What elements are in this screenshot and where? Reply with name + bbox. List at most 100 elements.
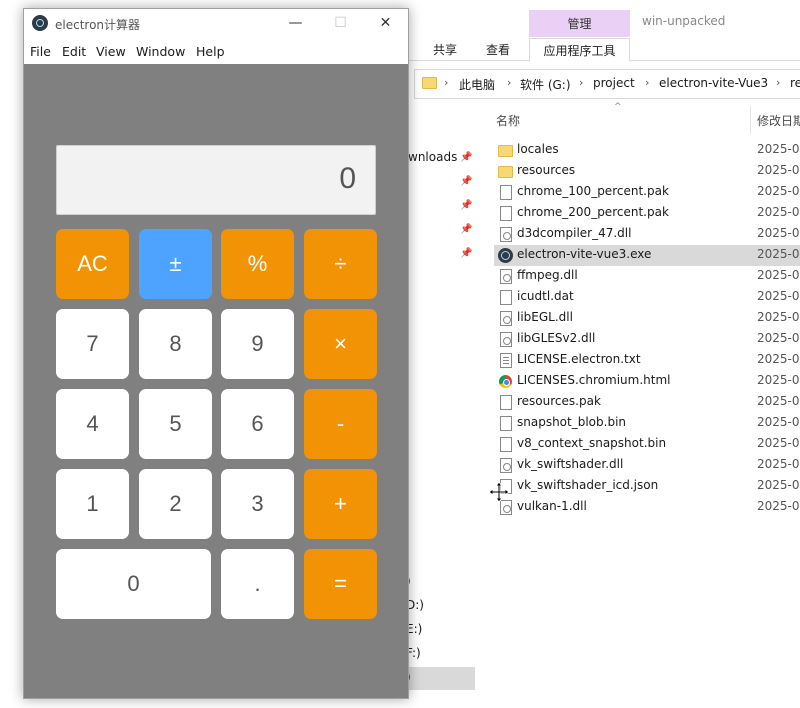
divide-button[interactable]: ÷: [304, 229, 377, 299]
text-file-icon: [500, 353, 512, 368]
maximize-button[interactable]: ☐: [318, 9, 363, 38]
file-row[interactable]: LICENSE.electron.txt 2025-08: [494, 350, 800, 371]
file-row[interactable]: resources 2025-08: [494, 161, 800, 182]
close-button[interactable]: ✕: [363, 9, 408, 38]
address-bar[interactable]: › 此电脑 › 软件 (G:) › project › electron-vit…: [414, 69, 800, 99]
nav-item-selected[interactable]: [400, 667, 475, 690]
electron-app-icon: [32, 15, 48, 31]
file-row[interactable]: libGLESv2.dll 2025-08: [494, 329, 800, 350]
breadcrumb-project[interactable]: project: [593, 76, 635, 90]
chrome-icon: [499, 375, 512, 388]
file-date: 2025-08: [757, 373, 800, 387]
pin-icon: 📌: [460, 176, 473, 187]
menu-window[interactable]: Window: [136, 44, 185, 59]
title-bar[interactable]: electron计算器 — ☐ ✕: [24, 9, 408, 38]
file-date: 2025-08: [757, 205, 800, 219]
file-name: resources: [517, 163, 576, 177]
dll-file-icon: [500, 332, 512, 347]
file-row[interactable]: chrome_100_percent.pak 2025-08: [494, 182, 800, 203]
file-row[interactable]: vulkan-1.dll 2025-08: [494, 497, 800, 518]
file-row[interactable]: vk_swiftshader_icd.json 2025-08: [494, 476, 800, 497]
equals-button[interactable]: =: [304, 549, 377, 619]
chevron-right-icon[interactable]: ›: [507, 76, 511, 89]
file-row[interactable]: resources.pak 2025-08: [494, 392, 800, 413]
file-date: 2025-08: [757, 436, 800, 450]
tab-share[interactable]: 共享: [433, 41, 457, 58]
menu-view[interactable]: View: [96, 44, 126, 59]
chevron-right-icon[interactable]: ›: [444, 76, 448, 89]
plus-button[interactable]: +: [304, 469, 377, 539]
file-name: icudtl.dat: [517, 289, 574, 303]
file-row[interactable]: chrome_200_percent.pak 2025-08: [494, 203, 800, 224]
file-date: 2025-08: [757, 247, 800, 261]
menu-help[interactable]: Help: [196, 44, 225, 59]
breadcrumb-this-pc[interactable]: 此电脑: [459, 76, 495, 93]
digit-8-button[interactable]: 8: [139, 309, 212, 379]
file-date: 2025-08: [757, 457, 800, 471]
file-date: 2025-08: [757, 289, 800, 303]
file-icon: [500, 290, 512, 305]
sign-toggle-button[interactable]: ±: [139, 229, 212, 299]
chevron-right-icon[interactable]: ›: [579, 76, 583, 89]
digit-5-button[interactable]: 5: [139, 389, 212, 459]
file-name: libGLESv2.dll: [517, 331, 596, 345]
digit-6-button[interactable]: 6: [221, 389, 294, 459]
digit-4-button[interactable]: 4: [56, 389, 129, 459]
minus-button[interactable]: -: [304, 389, 377, 459]
display-value: 0: [339, 162, 356, 195]
file-list: ^ 名称 修改日期 locales 2025-08 resources 2025-08…: [484, 102, 800, 708]
minimize-button[interactable]: —: [273, 9, 318, 38]
digit-0-button[interactable]: 0: [56, 549, 211, 619]
file-name: v8_context_snapshot.bin: [517, 436, 667, 450]
file-row[interactable]: d3dcompiler_47.dll 2025-08: [494, 224, 800, 245]
column-header-name[interactable]: 名称: [496, 112, 520, 129]
nav-item-downloads[interactable]: wnloads: [408, 150, 457, 164]
breadcrumb-release[interactable]: re: [790, 76, 800, 90]
file-date: 2025-08: [757, 163, 800, 177]
percent-button[interactable]: %: [221, 229, 294, 299]
tab-view[interactable]: 查看: [486, 41, 510, 58]
file-row[interactable]: LICENSES.chromium.html 2025-08: [494, 371, 800, 392]
breadcrumb-drive-g[interactable]: 软件 (G:): [520, 76, 571, 93]
column-header-date[interactable]: 修改日期: [757, 112, 800, 129]
file-name: libEGL.dll: [517, 310, 573, 324]
file-row[interactable]: libEGL.dll 2025-08: [494, 308, 800, 329]
tab-application-tools[interactable]: 应用程序工具: [529, 38, 630, 62]
move-cursor-icon: [488, 481, 510, 503]
decimal-point-button[interactable]: .: [221, 549, 294, 619]
chevron-right-icon[interactable]: ›: [645, 76, 649, 89]
menu-file[interactable]: File: [30, 44, 51, 59]
file-row[interactable]: snapshot_blob.bin 2025-08: [494, 413, 800, 434]
digit-2-button[interactable]: 2: [139, 469, 212, 539]
file-date: 2025-08: [757, 394, 800, 408]
folder-icon: [422, 77, 437, 89]
file-name: vk_swiftshader_icd.json: [517, 478, 659, 492]
chevron-right-icon[interactable]: ›: [776, 76, 780, 89]
dll-file-icon: [500, 311, 512, 326]
menu-edit[interactable]: Edit: [62, 44, 86, 59]
file-row[interactable]: ffmpeg.dll 2025-08: [494, 266, 800, 287]
explorer-window-title: win-unpacked: [642, 14, 726, 28]
digit-3-button[interactable]: 3: [221, 469, 294, 539]
digit-7-button[interactable]: 7: [56, 309, 129, 379]
column-divider[interactable]: [750, 106, 751, 134]
file-row[interactable]: icudtl.dat 2025-08: [494, 287, 800, 308]
menu-bar: File Edit View Window Help: [24, 38, 408, 64]
digit-1-button[interactable]: 1: [56, 469, 129, 539]
multiply-button[interactable]: ×: [304, 309, 377, 379]
file-row[interactable]: locales 2025-08: [494, 140, 800, 161]
digit-9-button[interactable]: 9: [221, 309, 294, 379]
file-name: ffmpeg.dll: [517, 268, 578, 282]
file-date: 2025-08: [757, 499, 800, 513]
dll-file-icon: [500, 458, 512, 473]
file-name: d3dcompiler_47.dll: [517, 226, 632, 240]
file-date: 2025-08: [757, 415, 800, 429]
file-row[interactable]: v8_context_snapshot.bin 2025-08: [494, 434, 800, 455]
file-row[interactable]: electron-vite-vue3.exe 2025-08: [494, 245, 800, 266]
breadcrumb-electron-vite-vue3[interactable]: electron-vite-Vue3: [659, 76, 768, 90]
file-row[interactable]: vk_swiftshader.dll 2025-08: [494, 455, 800, 476]
pin-icon: 📌: [460, 152, 473, 163]
clear-button[interactable]: AC: [56, 229, 129, 299]
file-icon: [500, 437, 512, 452]
file-name: chrome_200_percent.pak: [517, 205, 669, 219]
